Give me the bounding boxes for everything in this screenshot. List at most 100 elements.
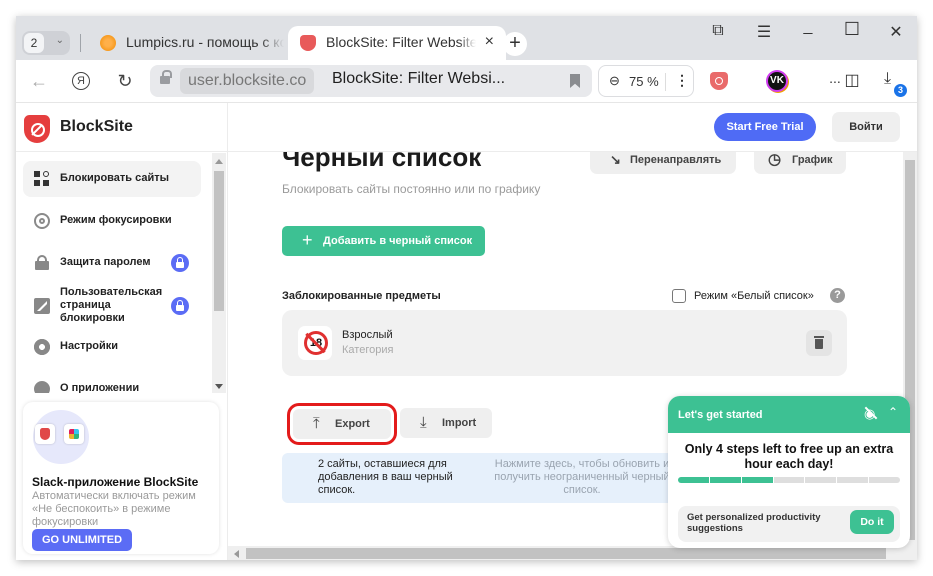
scroll-left-arrow-icon[interactable] xyxy=(234,550,239,558)
close-window-button[interactable]: ✕ xyxy=(886,22,906,42)
scrollbar-thumb[interactable] xyxy=(246,548,886,559)
onboarding-task: Get personalized productivity suggestion… xyxy=(678,506,900,542)
import-button[interactable]: ⤓ Import xyxy=(400,408,492,438)
chevron-up-icon[interactable]: ⌃ xyxy=(888,405,898,419)
sidebar-item-about[interactable]: О приложении xyxy=(23,371,201,393)
lock-icon[interactable] xyxy=(160,70,172,86)
premium-lock-icon xyxy=(171,297,189,315)
sidebar-item-custom-page[interactable]: Пользовательская страница блокировки xyxy=(23,283,201,329)
help-icon[interactable]: ? xyxy=(830,288,845,303)
progress-segment xyxy=(869,477,900,483)
close-tab-icon[interactable]: × xyxy=(485,33,494,51)
url-page-title[interactable]: BlockSite: Filter Websi... xyxy=(332,70,505,88)
tab-lumpics[interactable]: Lumpics.ru - помощь с компьютером xyxy=(96,26,286,60)
redirect-label: Перенаправлять xyxy=(630,154,722,166)
scrollbar-thumb[interactable] xyxy=(214,171,224,311)
address-bar-row: ← Я ↻ user.blocksite.co BlockSite: Filte… xyxy=(16,60,917,102)
remaining-sites-text: 2 сайты, оставшиеся для добавления в ваш… xyxy=(318,458,453,496)
blocked-item: Взрослый Категория xyxy=(282,310,847,376)
hide-eye-icon[interactable]: ◉ xyxy=(864,406,875,422)
premium-lock-icon xyxy=(171,254,189,272)
download-icon: ⤓ xyxy=(420,414,427,431)
menu-icon[interactable]: ☰ xyxy=(754,22,774,42)
go-unlimited-button[interactable]: GO UNLIMITED xyxy=(32,529,132,551)
schedule-button[interactable]: ◷ График xyxy=(754,152,846,174)
sidebar-item-password[interactable]: Защита паролем xyxy=(23,245,201,281)
slack-icon xyxy=(64,424,84,444)
scroll-down-arrow-icon[interactable] xyxy=(215,384,223,389)
blocksite-logo-icon xyxy=(24,115,50,143)
page-subtitle: Блокировать сайты постоянно или по графи… xyxy=(282,182,541,196)
slack-integration-illustration xyxy=(33,410,89,464)
back-button[interactable]: ← xyxy=(28,70,50,92)
upgrade-link[interactable]: Нажмите здесь, чтобы обновить и получить… xyxy=(482,458,682,497)
page-horizontal-scrollbar[interactable] xyxy=(228,546,917,560)
blocked-item-name: Взрослый xyxy=(342,329,393,341)
gear-icon xyxy=(34,339,50,355)
adult-content-icon xyxy=(298,326,332,360)
scroll-up-arrow-icon[interactable] xyxy=(215,159,223,164)
custom-page-icon xyxy=(34,298,50,314)
delete-trash-icon[interactable] xyxy=(806,330,832,356)
zoom-control[interactable]: ⊖ 75 % ⋮ xyxy=(598,65,694,97)
add-to-blacklist-button[interactable]: + Добавить в черный список xyxy=(282,226,485,256)
task-text: Get personalized productivity suggestion… xyxy=(687,512,821,534)
import-label: Import xyxy=(442,417,477,429)
export-button[interactable]: ⤒ Export xyxy=(293,409,391,439)
url-domain[interactable]: user.blocksite.co xyxy=(180,68,315,94)
more-vertical-icon[interactable]: ⋮ xyxy=(675,72,689,89)
minimize-button[interactable]: _ xyxy=(798,18,818,36)
zoom-level: 75 % xyxy=(629,74,659,89)
plus-icon: + xyxy=(302,230,313,250)
alarm-clock-icon: ◷ xyxy=(768,152,782,168)
login-button[interactable]: Войти xyxy=(832,112,900,142)
start-free-trial-button[interactable]: Start Free Trial xyxy=(714,113,816,141)
sidebar: BlockSite Блокировать сайты Режим фокуси… xyxy=(16,103,228,560)
yandex-button[interactable]: Я xyxy=(72,72,90,90)
progress-segment xyxy=(678,477,709,483)
maximize-button[interactable]: ☐ xyxy=(842,19,862,40)
tab-separator xyxy=(80,34,81,52)
collections-icon[interactable]: ⧉ xyxy=(708,22,728,40)
whitelist-mode-label[interactable]: Режим «Белый список» xyxy=(694,290,814,302)
add-label: Добавить в черный список xyxy=(323,235,473,247)
promo-title: Slack-приложение BlockSite xyxy=(32,475,199,489)
lock-icon xyxy=(34,255,50,271)
onboarding-header[interactable]: Let's get started ◉ ⌃ xyxy=(668,396,910,433)
downloads-badge: 3 xyxy=(894,84,907,97)
whitelist-mode-checkbox[interactable] xyxy=(672,289,686,303)
sidebar-scrollbar[interactable] xyxy=(212,153,226,393)
blocksite-extension-icon[interactable] xyxy=(710,72,728,90)
brand[interactable]: BlockSite xyxy=(16,103,228,152)
onboarding-message: Only 4 steps left to free up an extra ho… xyxy=(684,442,894,471)
sidebar-item-focus-mode[interactable]: Режим фокусировки xyxy=(23,203,201,239)
sidebar-item-settings[interactable]: Настройки xyxy=(23,329,201,365)
reload-button[interactable]: ↻ xyxy=(114,70,136,92)
progress-segment xyxy=(837,477,869,483)
vk-extension-icon[interactable]: VK xyxy=(768,72,786,90)
sidebar-item-block-sites[interactable]: Блокировать сайты xyxy=(23,161,201,197)
onboarding-progress-bar xyxy=(678,477,900,483)
zoom-out-icon[interactable]: ⊖ xyxy=(609,73,620,89)
progress-segment xyxy=(741,477,773,483)
progress-segment xyxy=(773,477,805,483)
onboarding-title: Let's get started xyxy=(678,409,763,421)
do-it-button[interactable]: Do it xyxy=(850,510,894,534)
progress-segment xyxy=(805,477,837,483)
chevron-down-icon: ⌄ xyxy=(55,35,64,46)
url-bar[interactable]: user.blocksite.co BlockSite: Filter Webs… xyxy=(150,65,592,97)
zoom-separator xyxy=(665,73,666,91)
blocked-items-label: Заблокированные предметы xyxy=(282,290,441,302)
bookmark-icon[interactable] xyxy=(570,74,580,88)
onboarding-widget: Let's get started ◉ ⌃ Only 4 steps left … xyxy=(668,396,910,548)
sidebar-item-label: О приложении xyxy=(60,382,140,393)
progress-segment xyxy=(709,477,741,483)
redirect-button[interactable]: ↘ Перенаправлять xyxy=(590,152,736,174)
page-title: Черный список xyxy=(282,152,482,172)
tab-title: Lumpics.ru - помощь с компьютером xyxy=(126,34,284,50)
tab-blocksite[interactable]: BlockSite: Filter Website × xyxy=(288,26,506,60)
tab-group-counter[interactable]: 2 ⌄ xyxy=(22,31,70,55)
new-tab-button[interactable]: + xyxy=(503,32,527,56)
extensions-icon[interactable]: ◫ xyxy=(842,70,862,89)
sidebar-item-label: Пользовательская страница блокировки xyxy=(60,286,163,324)
